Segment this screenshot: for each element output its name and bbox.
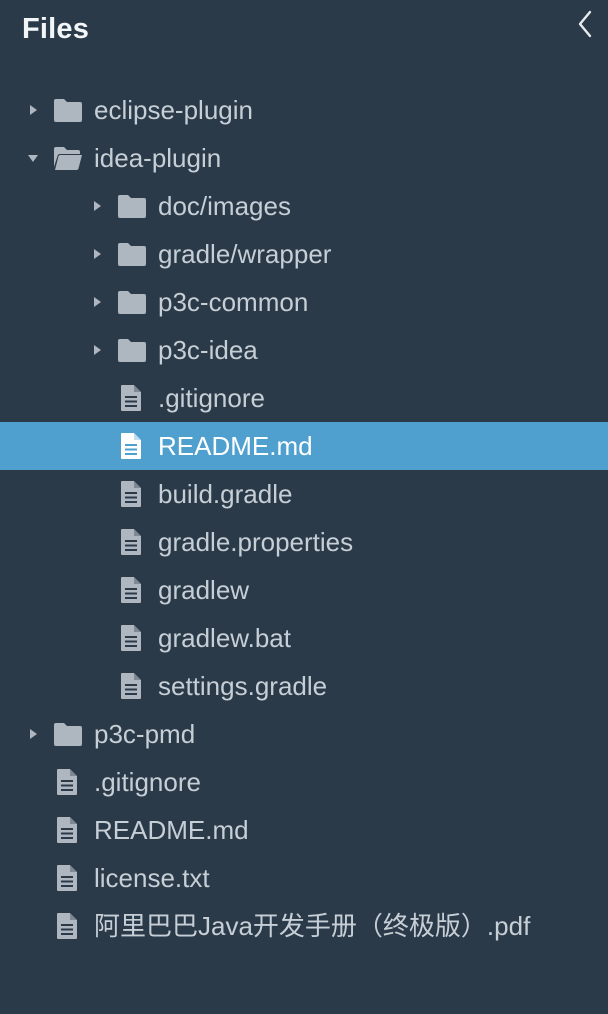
file-icon — [120, 422, 142, 470]
chevron-left-icon — [578, 10, 592, 38]
tree-folder-row[interactable]: eclipse-plugin — [0, 86, 608, 134]
tree-item-label: gradle/wrapper — [158, 239, 332, 269]
panel-title: Files — [22, 13, 90, 45]
tree-item-label: idea-plugin — [94, 143, 222, 173]
tree-folder-row[interactable]: p3c-pmd — [0, 710, 608, 758]
tree-file-row[interactable]: .gitignore — [0, 758, 608, 806]
tree-file-row[interactable]: gradlew — [0, 566, 608, 614]
tree-item-label: p3c-common — [158, 287, 309, 317]
tree-file-row[interactable]: build.gradle — [0, 470, 608, 518]
caret-right-icon[interactable] — [25, 86, 41, 134]
file-icon — [120, 566, 142, 614]
file-icon — [120, 662, 142, 710]
file-icon — [120, 470, 142, 518]
folder-icon — [117, 278, 147, 326]
tree-item-label: 阿里巴巴Java开发手册（终极版）.pdf — [94, 911, 531, 941]
tree-item-label: p3c-idea — [158, 335, 258, 365]
file-icon — [56, 758, 78, 806]
caret-down-icon[interactable] — [25, 134, 41, 182]
folder-icon — [117, 230, 147, 278]
tree-folder-row[interactable]: p3c-idea — [0, 326, 608, 374]
caret-right-icon[interactable] — [89, 182, 105, 230]
tree-item-label: eclipse-plugin — [94, 95, 253, 125]
folder-icon — [117, 182, 147, 230]
file-icon — [56, 902, 78, 950]
tree-file-row[interactable]: settings.gradle — [0, 662, 608, 710]
tree-item-label: .gitignore — [94, 767, 201, 797]
tree-item-label: doc/images — [158, 191, 291, 221]
tree-file-row[interactable]: license.txt — [0, 854, 608, 902]
tree-folder-row[interactable]: p3c-common — [0, 278, 608, 326]
tree-item-label: p3c-pmd — [94, 719, 196, 749]
file-icon — [56, 806, 78, 854]
caret-right-icon[interactable] — [25, 710, 41, 758]
file-icon — [120, 518, 142, 566]
tree-file-row[interactable]: .gitignore — [0, 374, 608, 422]
file-tree: eclipse-plugin idea-plugin doc/images gradl… — [0, 86, 608, 950]
tree-item-label: README.md — [94, 815, 249, 845]
caret-right-icon[interactable] — [89, 278, 105, 326]
caret-right-icon[interactable] — [89, 230, 105, 278]
tree-folder-row[interactable]: idea-plugin — [0, 134, 608, 182]
file-explorer-panel: Files eclipse-plugin idea-plugin doc/image… — [0, 0, 608, 1014]
tree-file-row[interactable]: gradlew.bat — [0, 614, 608, 662]
tree-folder-row[interactable]: doc/images — [0, 182, 608, 230]
file-icon — [56, 854, 78, 902]
panel-header: Files — [0, 0, 608, 64]
tree-folder-row[interactable]: gradle/wrapper — [0, 230, 608, 278]
tree-item-label: gradle.properties — [158, 527, 354, 557]
tree-item-label: gradlew — [158, 575, 250, 605]
tree-item-label: settings.gradle — [158, 671, 328, 701]
tree-file-row[interactable]: 阿里巴巴Java开发手册（终极版）.pdf — [0, 902, 608, 950]
tree-item-label: license.txt — [94, 863, 210, 893]
collapse-panel-button[interactable] — [570, 6, 600, 42]
tree-item-label: build.gradle — [158, 479, 293, 509]
folder-icon — [117, 326, 147, 374]
tree-file-row[interactable]: README.md — [0, 422, 608, 470]
file-icon — [120, 614, 142, 662]
file-icon — [120, 374, 142, 422]
caret-right-icon[interactable] — [89, 326, 105, 374]
folder-icon — [53, 86, 83, 134]
folder-icon — [53, 710, 83, 758]
tree-file-row[interactable]: gradle.properties — [0, 518, 608, 566]
tree-item-label: .gitignore — [158, 383, 265, 413]
tree-item-label: gradlew.bat — [158, 623, 291, 653]
tree-item-label: README.md — [158, 431, 313, 461]
folder-open-icon — [53, 134, 83, 182]
tree-file-row[interactable]: README.md — [0, 806, 608, 854]
